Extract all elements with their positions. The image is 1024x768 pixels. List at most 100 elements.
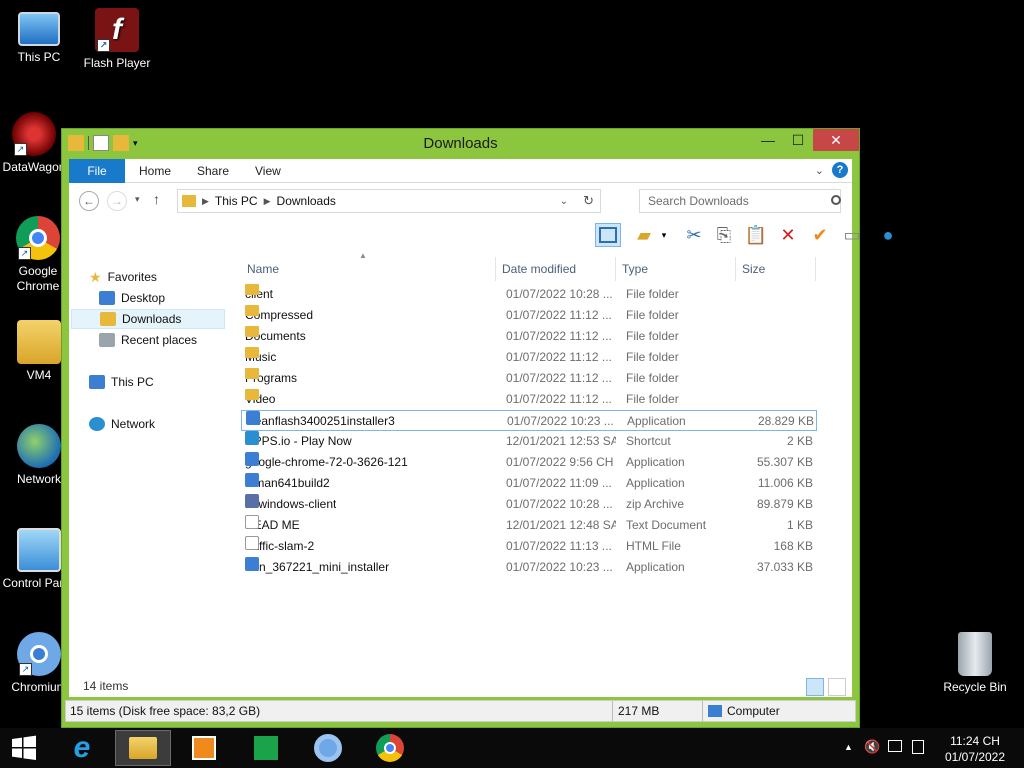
file-name-text: Win_367221_mini_installer <box>245 560 390 574</box>
dropdown-icon[interactable]: ▾ <box>657 223 671 247</box>
details-view-button[interactable] <box>806 678 824 696</box>
column-header-date[interactable]: Date modified <box>496 257 616 281</box>
table-row[interactable]: CPPS.io - Play Now 12/01/2021 12:53 SA Sho… <box>241 431 817 452</box>
table-row[interactable]: Programs 01/07/2022 11:12 ... File folder <box>241 368 817 389</box>
taskbar-internet-explorer[interactable]: e <box>54 730 110 766</box>
show-hidden-icons-icon[interactable]: ▲ <box>844 742 853 752</box>
column-header-size[interactable]: Size <box>736 257 816 281</box>
copy-icon[interactable]: ⎘ <box>711 223 737 247</box>
desktop-icon-recycle-bin[interactable]: Recycle Bin <box>937 632 1013 695</box>
table-row[interactable]: Video 01/07/2022 11:12 ... File folder <box>241 389 817 410</box>
store-icon <box>254 736 278 760</box>
table-row[interactable]: cleanflash3400251installer3 01/07/2022 10… <box>241 410 817 431</box>
table-row[interactable]: Music 01/07/2022 11:12 ... File folder <box>241 347 817 368</box>
paste-icon[interactable]: 📋 <box>743 223 769 247</box>
tab-file[interactable]: File <box>69 159 125 183</box>
expand-ribbon-icon[interactable]: ⌄ <box>815 164 824 177</box>
taskbar-chromium[interactable] <box>300 730 356 766</box>
nav-favorites[interactable]: ★ Favorites <box>89 267 157 287</box>
app-icon <box>245 452 259 466</box>
minimize-button[interactable]: — <box>753 129 783 151</box>
delete-icon[interactable]: ✕ <box>775 223 801 247</box>
file-name: Documents <box>245 326 495 347</box>
desktop-icon-flash-player[interactable]: f ↗ Flash Player <box>79 8 155 71</box>
status-divider <box>612 701 613 721</box>
file-size: 2 KB <box>786 434 813 448</box>
file-name: Compressed <box>245 305 495 326</box>
media-player-icon <box>192 736 216 760</box>
tab-home[interactable]: Home <box>125 159 185 183</box>
taskbar-store[interactable] <box>238 730 294 766</box>
nav-network[interactable]: Network <box>89 414 155 434</box>
status-bar: 15 items (Disk free space: 83,2 GB) 217 … <box>65 700 856 722</box>
address-bar[interactable]: ▶ This PC ▶ Downloads ⌄ ↻ <box>177 189 601 213</box>
search-input[interactable]: Search Downloads <box>639 189 841 213</box>
share-globe-icon[interactable]: ● <box>875 223 901 247</box>
clock[interactable]: 11:24 CH 01/07/2022 <box>940 733 1010 765</box>
folder-icon <box>245 284 259 295</box>
file-name: Win_367221_mini_installer <box>245 557 495 578</box>
back-button[interactable]: ← <box>79 191 99 211</box>
rename-icon[interactable]: ▭ <box>839 223 865 247</box>
taskbar-media-player[interactable] <box>176 730 232 766</box>
address-dropdown-icon[interactable]: ⌄ <box>560 196 568 207</box>
title-bar[interactable]: ▾ Downloads — ☐ ✕ <box>62 129 859 159</box>
start-button[interactable] <box>0 730 48 766</box>
shortcut-arrow-icon: ↗ <box>97 39 110 52</box>
table-row[interactable]: READ ME 12/01/2021 12:48 SA Text Document 1… <box>241 515 817 536</box>
desktop-icon-this-pc[interactable]: This PC <box>1 8 77 65</box>
shortcut-arrow-icon: ↗ <box>19 663 32 676</box>
table-row[interactable]: io-windows-client 01/07/2022 10:28 ... zip… <box>241 494 817 515</box>
file-date: 01/07/2022 11:12 ... <box>506 308 612 322</box>
file-name-text: CPPS.io - Play Now <box>245 434 352 448</box>
maximize-button[interactable]: ☐ <box>783 129 813 151</box>
folder-icon <box>245 389 259 400</box>
breadcrumb-downloads[interactable]: Downloads <box>277 194 336 208</box>
cut-icon[interactable]: ✂ <box>681 223 707 247</box>
file-size: 11.006 KB <box>757 476 813 490</box>
help-icon[interactable]: ? <box>832 162 848 178</box>
action-center-icon[interactable] <box>912 740 924 754</box>
table-row[interactable]: google-chrome-72-0-3626-121 01/07/2022 9:… <box>241 452 817 473</box>
table-row[interactable]: idman641build2 01/07/2022 11:09 ... Applic… <box>241 473 817 494</box>
checkmark-icon[interactable]: ✔ <box>807 223 833 247</box>
nav-downloads[interactable]: Downloads <box>71 309 225 329</box>
window-controls: — ☐ ✕ <box>753 129 859 151</box>
up-button[interactable]: ↑ <box>153 191 160 207</box>
forward-button[interactable]: → <box>107 191 127 211</box>
select-folder-icon[interactable]: ▰ <box>631 223 657 247</box>
close-button[interactable]: ✕ <box>813 129 859 151</box>
table-row[interactable]: traffic-slam-2 01/07/2022 11:13 ... HTML F… <box>241 536 817 557</box>
tab-view[interactable]: View <box>241 159 295 183</box>
recent-locations-icon[interactable]: ▾ <box>135 194 140 205</box>
preview-pane-icon[interactable] <box>595 223 621 247</box>
nav-desktop[interactable]: Desktop <box>99 288 165 308</box>
chevron-right-icon: ▶ <box>263 195 271 206</box>
search-icon[interactable] <box>831 195 841 205</box>
network-status-icon[interactable] <box>888 740 902 752</box>
computer-icon <box>18 12 60 46</box>
file-type: Application <box>626 476 685 490</box>
table-row[interactable]: Win_367221_mini_installer 01/07/2022 10:2… <box>241 557 817 578</box>
table-row[interactable]: Documents 01/07/2022 11:12 ... File folder <box>241 326 817 347</box>
file-name: google-chrome-72-0-3626-121 <box>245 452 495 473</box>
file-size: 1 KB <box>786 518 813 532</box>
large-icons-view-button[interactable] <box>828 678 846 696</box>
taskbar-google-chrome[interactable] <box>362 730 418 766</box>
nav-downloads-label: Downloads <box>122 312 182 326</box>
table-row[interactable]: client 01/07/2022 10:28 ... File folder <box>241 284 817 305</box>
taskbar: e ▲ 🔇 11:24 CH 01/07/2022 <box>0 728 1024 768</box>
taskbar-file-explorer[interactable] <box>115 730 171 766</box>
tab-share[interactable]: Share <box>183 159 243 183</box>
table-row[interactable]: Compressed 01/07/2022 11:12 ... File folde… <box>241 305 817 326</box>
nav-recent-places[interactable]: Recent places <box>99 330 197 350</box>
file-date: 01/07/2022 11:12 ... <box>506 371 612 385</box>
refresh-icon[interactable]: ↻ <box>583 193 594 209</box>
column-header-name[interactable]: Name <box>241 257 496 281</box>
status-location: Computer <box>727 704 780 718</box>
nav-this-pc[interactable]: This PC <box>89 372 154 392</box>
breadcrumb-this-pc[interactable]: This PC <box>215 194 258 208</box>
column-header-type[interactable]: Type <box>616 257 736 281</box>
file-type: File folder <box>626 329 679 343</box>
volume-muted-icon[interactable]: 🔇 <box>864 739 880 755</box>
